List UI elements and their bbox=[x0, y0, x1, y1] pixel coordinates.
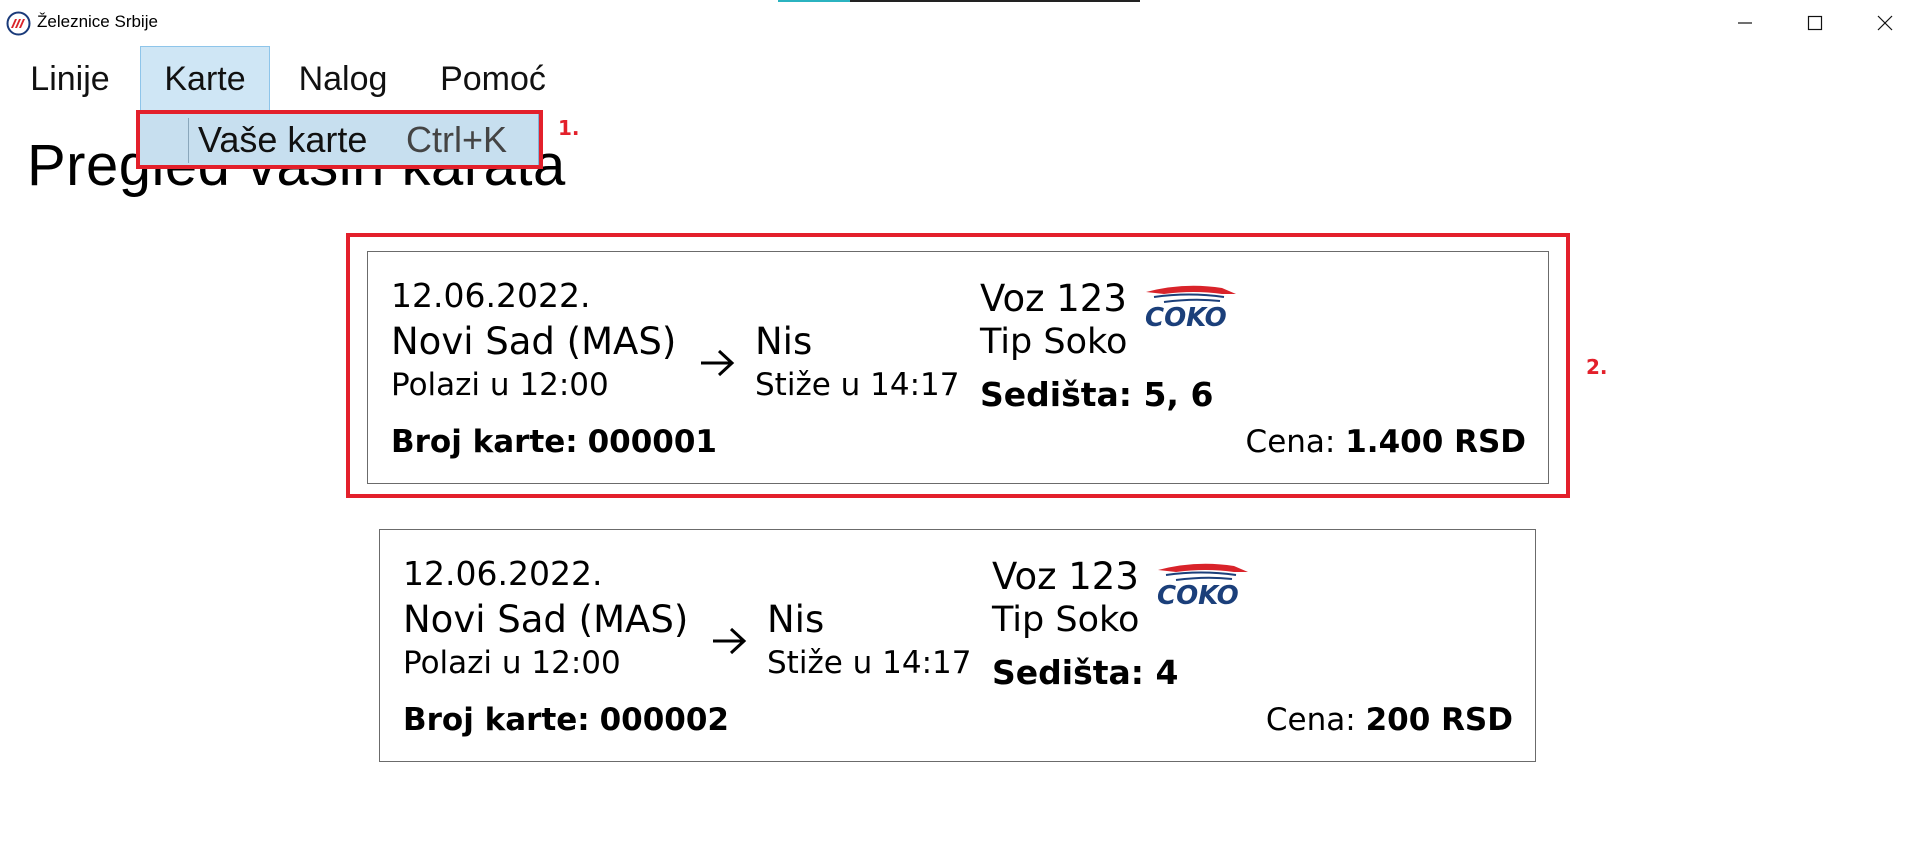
minimize-icon bbox=[1738, 21, 1752, 24]
ticket-price-value: 1.400 RSD bbox=[1345, 424, 1526, 460]
ticket-date: 12.06.2022. bbox=[403, 554, 603, 593]
ticket-train-type: Tip Soko bbox=[980, 322, 1128, 362]
ticket-seats: Sedišta: 4 bbox=[992, 653, 1179, 692]
ticket-price: Cena: 200 RSD bbox=[1266, 702, 1513, 738]
ticket-train-type: Tip Soko bbox=[992, 600, 1140, 640]
ticket-from-station: Novi Sad (MAS) bbox=[403, 598, 689, 641]
ticket-card[interactable]: 12.06.2022. Novi Sad (MAS) Polazi u 12:0… bbox=[367, 251, 1549, 484]
title-bar-accent bbox=[778, 0, 850, 2]
title-bar: Železnice Srbije bbox=[0, 0, 1920, 45]
close-button[interactable] bbox=[1850, 0, 1920, 45]
ticket-arrival: Stiže u 14:17 bbox=[755, 367, 960, 403]
menu-nalog[interactable]: Nalog bbox=[288, 46, 398, 112]
annotation-box-1 bbox=[136, 110, 543, 169]
ticket-number-label: Broj karte: bbox=[403, 702, 590, 738]
arrow-right-icon bbox=[701, 349, 735, 377]
menu-karte[interactable]: Karte bbox=[140, 46, 270, 112]
ticket-departure: Polazi u 12:00 bbox=[391, 367, 609, 403]
menu-pomoc[interactable]: Pomoć bbox=[432, 46, 554, 112]
maximize-button[interactable] bbox=[1780, 0, 1850, 45]
ticket-to-station: Nis bbox=[767, 598, 825, 641]
ticket-to-station: Nis bbox=[755, 320, 813, 363]
ticket-price-label: Cena: bbox=[1265, 702, 1356, 738]
window-title: Železnice Srbije bbox=[37, 12, 158, 31]
ticket-from-station: Novi Sad (MAS) bbox=[391, 320, 677, 363]
ticket-number: Broj karte: 000002 bbox=[403, 702, 729, 738]
maximize-icon bbox=[1807, 15, 1823, 30]
arrow-right-icon bbox=[713, 627, 747, 655]
annotation-label-1: 1. bbox=[558, 116, 580, 140]
ticket-number: Broj karte: 000001 bbox=[391, 424, 717, 460]
ticket-number-label: Broj karte: bbox=[391, 424, 578, 460]
ticket-price-label: Cena: bbox=[1245, 424, 1336, 460]
annotation-label-2: 2. bbox=[1586, 355, 1608, 379]
zeleznice-logo-icon bbox=[6, 11, 31, 36]
minimize-button[interactable] bbox=[1710, 0, 1780, 45]
menu-linije[interactable]: Linije bbox=[20, 46, 120, 112]
ticket-train: Voz 123 bbox=[980, 277, 1127, 320]
soko-logo: COKO bbox=[1145, 285, 1236, 330]
ticket-price-value: 200 RSD bbox=[1365, 702, 1513, 738]
ticket-card[interactable]: 12.06.2022. Novi Sad (MAS) Polazi u 12:0… bbox=[379, 529, 1536, 762]
soko-logo-text: COKO bbox=[1157, 581, 1239, 608]
soko-logo: COKO bbox=[1157, 563, 1248, 608]
ticket-price: Cena: 1.400 RSD bbox=[1246, 424, 1526, 460]
ticket-number-value: 000001 bbox=[587, 424, 717, 460]
ticket-departure: Polazi u 12:00 bbox=[403, 645, 621, 681]
ticket-date: 12.06.2022. bbox=[391, 276, 591, 315]
ticket-train: Voz 123 bbox=[992, 555, 1139, 598]
ticket-number-value: 000002 bbox=[599, 702, 729, 738]
title-bar-divider bbox=[850, 0, 1140, 2]
ticket-seats: Sedišta: 5, 6 bbox=[980, 375, 1214, 414]
ticket-arrival: Stiže u 14:17 bbox=[767, 645, 972, 681]
soko-logo-text: COKO bbox=[1145, 303, 1227, 330]
close-icon bbox=[1877, 15, 1893, 30]
menu-bar: Linije Karte Nalog Pomoć bbox=[0, 46, 1920, 112]
